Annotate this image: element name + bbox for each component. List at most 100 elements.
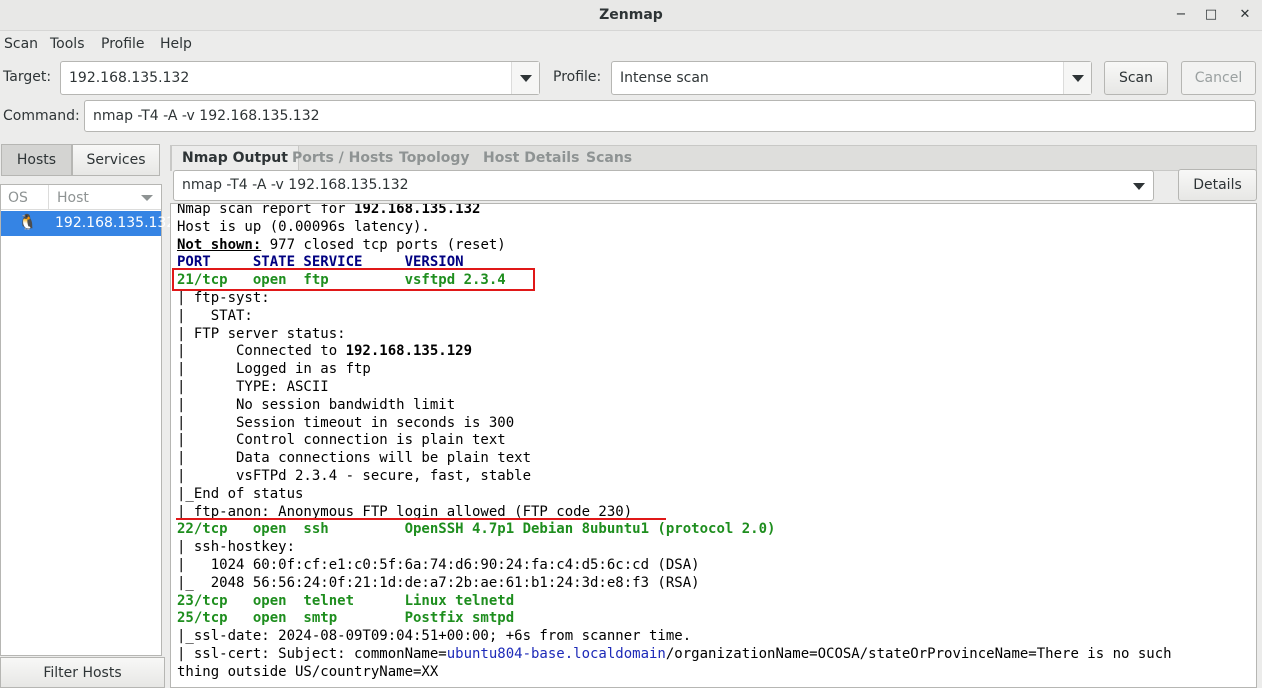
output-line: |_ssl-date: 2024-08-09T09:04:51+00:00; +… bbox=[177, 628, 1256, 646]
output-line: thing outside US/countryName=XX bbox=[177, 664, 1256, 682]
command-label: Command: bbox=[3, 108, 80, 124]
output-segment: | FTP server status: bbox=[177, 325, 346, 342]
tab-topology[interactable]: Topology bbox=[399, 146, 470, 171]
output-line: | Data connections will be plain text bbox=[177, 450, 1256, 468]
window-title: Zenmap bbox=[599, 7, 663, 23]
column-os[interactable]: OS bbox=[8, 190, 28, 206]
linux-penguin-icon: 🐧 bbox=[18, 213, 37, 231]
output-segment: 192.168.135.132 bbox=[354, 203, 481, 217]
details-button[interactable]: Details bbox=[1178, 169, 1257, 201]
host-list: OS Host 🐧 192.168.135.132 bbox=[0, 184, 175, 656]
menu-scan[interactable]: Scan bbox=[4, 36, 38, 52]
chevron-down-icon bbox=[520, 75, 532, 82]
target-label: Target: bbox=[3, 69, 52, 85]
cancel-button[interactable]: Cancel bbox=[1181, 61, 1256, 95]
output-segment: | Data connections will be plain text bbox=[177, 450, 532, 467]
highlight-box bbox=[172, 268, 535, 291]
scan-select-dropdown[interactable] bbox=[1125, 171, 1153, 200]
profile-value: Intense scan bbox=[620, 70, 709, 86]
tab-ports-hosts[interactable]: Ports / Hosts bbox=[292, 146, 393, 171]
output-segment: | Session timeout in seconds is 300 bbox=[177, 414, 515, 431]
output-tabs: Nmap Output Ports / Hosts Topology Host … bbox=[170, 145, 1257, 171]
close-icon[interactable]: ✕ bbox=[1230, 0, 1260, 30]
profile-dropdown-button[interactable] bbox=[1063, 62, 1091, 94]
output-line: 22/tcp open ssh OpenSSH 4.7p1 Debian 8ub… bbox=[177, 521, 1256, 539]
output-line: Not shown: 977 closed tcp ports (reset) bbox=[177, 237, 1256, 255]
output-line: | vsFTPd 2.3.4 - secure, fast, stable bbox=[177, 468, 1256, 486]
output-segment: |_ 2048 56:56:24:0f:21:1d:de:a7:2b:ae:61… bbox=[177, 574, 700, 591]
output-line: 25/tcp open smtp Postfix smtpd bbox=[177, 610, 1256, 628]
services-tab[interactable]: Services bbox=[72, 144, 160, 176]
output-segment: | 1024 60:0f:cf:e1:c0:5f:6a:74:d6:90:24:… bbox=[177, 556, 700, 573]
tab-nmap-output[interactable]: Nmap Output bbox=[171, 146, 299, 171]
output-line: | TYPE: ASCII bbox=[177, 379, 1256, 397]
menu-help[interactable]: Help bbox=[160, 36, 192, 52]
host-row[interactable]: 🐧 192.168.135.132 bbox=[1, 211, 175, 236]
output-segment: 977 closed tcp ports (reset) bbox=[261, 236, 506, 253]
command-value: nmap -T4 -A -v 192.168.135.132 bbox=[93, 108, 320, 124]
column-host[interactable]: Host bbox=[57, 190, 89, 206]
profile-label: Profile: bbox=[553, 69, 602, 85]
output-segment: 23/tcp open telnet Linux telnetd bbox=[177, 592, 515, 609]
hosts-tab[interactable]: Hosts bbox=[1, 144, 72, 176]
output-segment: thing outside US/countryName=XX bbox=[177, 663, 439, 680]
column-divider bbox=[48, 185, 49, 210]
output-segment: | Logged in as ftp bbox=[177, 361, 371, 378]
output-line: | Logged in as ftp bbox=[177, 361, 1256, 379]
tab-host-details[interactable]: Host Details bbox=[483, 146, 579, 171]
maximize-icon[interactable]: □ bbox=[1196, 0, 1226, 30]
output-line: | No session bandwidth limit bbox=[177, 397, 1256, 415]
scan-button[interactable]: Scan bbox=[1104, 61, 1168, 95]
output-segment: Not shown: bbox=[177, 236, 262, 253]
output-line: | FTP server status: bbox=[177, 326, 1256, 344]
target-combo[interactable]: 192.168.135.132 bbox=[60, 61, 540, 95]
scan-select[interactable]: nmap -T4 -A -v 192.168.135.132 bbox=[173, 170, 1154, 201]
filter-hosts-button[interactable]: Filter Hosts bbox=[0, 657, 165, 688]
output-line: | STAT: bbox=[177, 308, 1256, 326]
output-segment: | ssl-cert: Subject: commonName= bbox=[177, 645, 447, 662]
output-segment: |_End of status bbox=[177, 485, 304, 502]
output-segment: | ftp-syst: bbox=[177, 289, 270, 306]
menu-tools[interactable]: Tools bbox=[50, 36, 85, 52]
menu-bar: Scan Tools Profile Help bbox=[0, 32, 1262, 56]
output-segment: 25/tcp open smtp Postfix smtpd bbox=[177, 610, 515, 627]
output-segment: | STAT: bbox=[177, 307, 253, 324]
output-segment: | ssh-hostkey: bbox=[177, 539, 296, 556]
output-line: | ssl-cert: Subject: commonName=ubuntu80… bbox=[177, 646, 1256, 664]
output-line: | Session timeout in seconds is 300 bbox=[177, 415, 1256, 433]
target-dropdown-button[interactable] bbox=[511, 62, 539, 94]
chevron-down-icon bbox=[1072, 75, 1084, 82]
target-value: 192.168.135.132 bbox=[69, 70, 190, 86]
output-line: | Connected to 192.168.135.129 bbox=[177, 343, 1256, 361]
output-line: 23/tcp open telnet Linux telnetd bbox=[177, 593, 1256, 611]
output-segment: 192.168.135.129 bbox=[345, 343, 473, 360]
menu-profile[interactable]: Profile bbox=[101, 36, 145, 52]
output-segment: /organizationName=OCOSA/stateOrProvinceN… bbox=[665, 645, 1172, 662]
output-line: |_ 2048 56:56:24:0f:21:1d:de:a7:2b:ae:61… bbox=[177, 575, 1256, 593]
output-line: |_End of status bbox=[177, 486, 1256, 504]
output-segment: | Control connection is plain text bbox=[177, 432, 506, 449]
highlight-underline bbox=[176, 518, 666, 520]
sort-arrow-icon[interactable] bbox=[141, 195, 153, 201]
tab-scans[interactable]: Scans bbox=[586, 146, 632, 171]
host-list-header: OS Host bbox=[1, 185, 161, 210]
output-segment: | Connected to bbox=[177, 343, 346, 360]
output-line: | Control connection is plain text bbox=[177, 432, 1256, 450]
minimize-icon[interactable]: − bbox=[1166, 0, 1196, 30]
chevron-down-icon bbox=[1133, 182, 1145, 190]
output-line: | ftp-syst: bbox=[177, 290, 1256, 308]
output-line: | ssh-hostkey: bbox=[177, 539, 1256, 557]
profile-combo[interactable]: Intense scan bbox=[611, 61, 1092, 95]
output-segment: ubuntu804-base.localdomain bbox=[446, 645, 666, 662]
output-segment: |_ssl-date: 2024-08-09T09:04:51+00:00; +… bbox=[177, 628, 692, 645]
output-segment: 22/tcp open ssh OpenSSH 4.7p1 Debian 8ub… bbox=[177, 521, 776, 538]
output-segment: Host is up (0.00096s latency). bbox=[177, 218, 430, 235]
host-row-address: 192.168.135.132 bbox=[55, 215, 176, 231]
output-segment: | vsFTPd 2.3.4 - secure, fast, stable bbox=[177, 467, 532, 484]
scan-select-value: nmap -T4 -A -v 192.168.135.132 bbox=[182, 177, 409, 193]
output-segment: | TYPE: ASCII bbox=[177, 378, 329, 395]
output-line: Nmap scan report for 192.168.135.132 bbox=[177, 203, 1256, 219]
command-field[interactable]: nmap -T4 -A -v 192.168.135.132 bbox=[84, 100, 1256, 132]
output-line: | 1024 60:0f:cf:e1:c0:5f:6a:74:d6:90:24:… bbox=[177, 557, 1256, 575]
title-bar: Zenmap bbox=[0, 0, 1262, 31]
